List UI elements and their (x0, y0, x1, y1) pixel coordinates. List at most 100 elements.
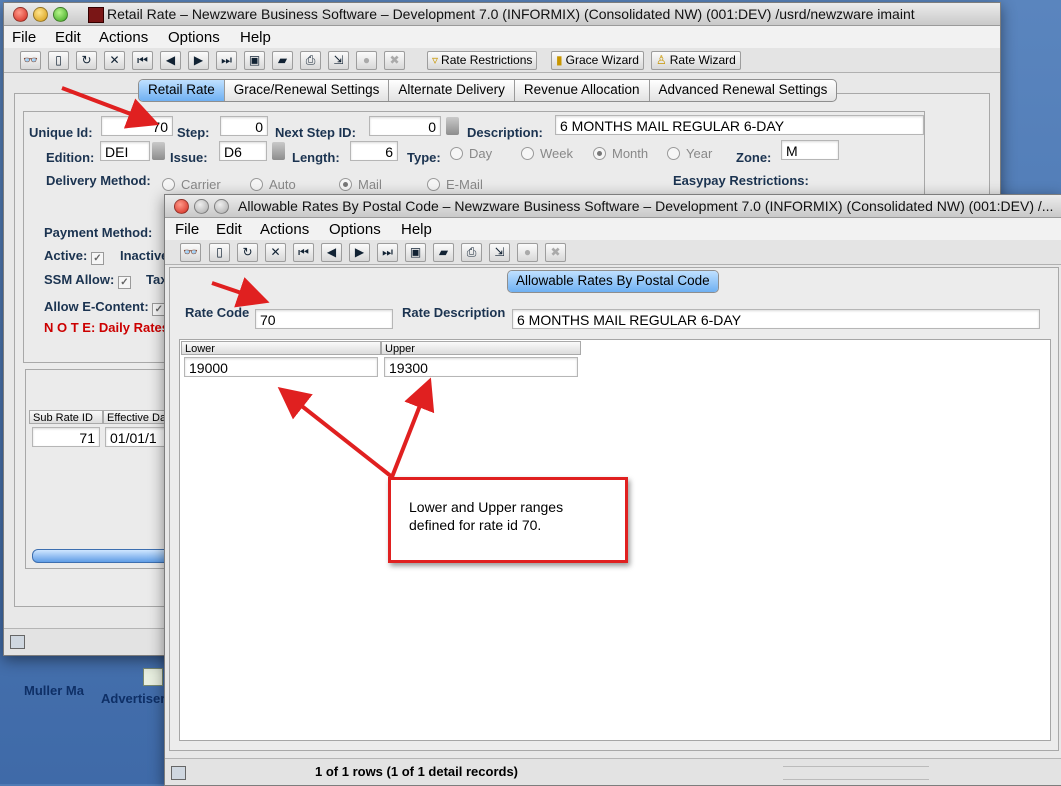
menu-file[interactable]: File (12, 29, 36, 46)
new-document-icon[interactable]: ▯ (209, 243, 230, 262)
previous-record-icon[interactable]: ◀ (321, 243, 342, 262)
book-icon[interactable]: ▰ (272, 51, 293, 70)
menu-edit[interactable]: Edit (216, 221, 242, 238)
next-step-field[interactable]: 0 (369, 116, 441, 136)
refresh-icon[interactable]: ↻ (76, 51, 97, 70)
tab-retail-rate[interactable]: Retail Rate (139, 80, 225, 101)
lower-column-header[interactable]: Lower (181, 341, 381, 355)
type-option-label: Month (612, 146, 649, 161)
delivery-radio-auto[interactable]: Auto (250, 177, 296, 192)
minimize-icon[interactable] (33, 7, 48, 22)
previous-record-icon[interactable]: ◀ (160, 51, 181, 70)
edition-dropdown[interactable] (152, 142, 165, 160)
sub-rate-id-cell[interactable]: 71 (32, 427, 100, 447)
type-radio-month[interactable]: Month (593, 146, 648, 161)
effective-date-cell[interactable]: 01/01/1 (105, 427, 173, 447)
active-text: Active: (44, 248, 88, 263)
desktop-label-advertiser[interactable]: Advertiser (101, 691, 165, 706)
type-radio-day[interactable]: Day (450, 146, 492, 161)
step-field[interactable]: 0 (220, 116, 268, 136)
glasses-icon[interactable]: 👓 (180, 243, 201, 262)
tab-alternate-delivery[interactable]: Alternate Delivery (389, 80, 515, 101)
close-icon[interactable] (13, 7, 28, 22)
horizontal-scrollbar[interactable] (32, 549, 182, 563)
rate-code-field[interactable]: 70 (255, 309, 393, 329)
ok-icon[interactable]: ● (356, 51, 377, 70)
effective-date-header[interactable]: Effective Da (103, 410, 173, 424)
grace-wizard-button[interactable]: ▮ Grace Wizard (551, 51, 644, 70)
menu-actions[interactable]: Actions (99, 29, 148, 46)
type-radio-week[interactable]: Week (521, 146, 573, 161)
tab-allowable-rates[interactable]: Allowable Rates By Postal Code (508, 271, 718, 292)
tab-advanced-renewal[interactable]: Advanced Renewal Settings (650, 80, 837, 101)
title-bar[interactable]: Retail Rate – Newzware Business Software… (4, 3, 1000, 26)
description-field[interactable]: 6 MONTHS MAIL REGULAR 6-DAY (555, 115, 924, 135)
rate-wizard-button[interactable]: ♙ Rate Wizard (651, 51, 741, 70)
lower-cell[interactable]: 19000 (184, 357, 378, 377)
delivery-radio-mail[interactable]: Mail (339, 177, 382, 192)
menu-help[interactable]: Help (240, 29, 271, 46)
length-field[interactable]: 6 (350, 141, 398, 161)
edition-field[interactable]: DEI (100, 141, 150, 161)
next-record-icon[interactable]: ▶ (188, 51, 209, 70)
menu-actions[interactable]: Actions (260, 221, 309, 238)
unique-id-label: Unique Id: (29, 125, 93, 140)
title-bar[interactable]: Allowable Rates By Postal Code – Newzwar… (165, 195, 1061, 218)
screen-icon[interactable]: ▣ (244, 51, 265, 70)
book-icon[interactable]: ▰ (433, 243, 454, 262)
menu-options[interactable]: Options (329, 221, 381, 238)
close-icon[interactable] (174, 199, 189, 214)
last-record-icon[interactable]: ⏭ (216, 51, 237, 70)
first-record-icon[interactable]: ⏮ (293, 243, 314, 262)
delivery-radio-email[interactable]: E-Mail (427, 177, 483, 192)
minimize-icon[interactable] (194, 199, 209, 214)
radio-indicator (250, 178, 263, 191)
export-icon[interactable]: ⇲ (489, 243, 510, 262)
desktop-label-muller[interactable]: Muller Ma (24, 683, 84, 698)
rate-description-field[interactable]: 6 MONTHS MAIL REGULAR 6-DAY (512, 309, 1040, 329)
delete-icon[interactable]: ✕ (265, 243, 286, 262)
menu-edit[interactable]: Edit (55, 29, 81, 46)
ok-icon[interactable]: ● (517, 243, 538, 262)
inactive-label: Inactive (120, 248, 169, 263)
issue-dropdown[interactable] (272, 142, 285, 160)
menu-help[interactable]: Help (401, 221, 432, 238)
first-record-icon[interactable]: ⏮ (132, 51, 153, 70)
type-option-label: Week (540, 146, 573, 161)
desktop-icon[interactable] (143, 668, 163, 686)
print-icon[interactable]: ⎙ (461, 243, 482, 262)
type-radio-year[interactable]: Year (667, 146, 712, 161)
glasses-icon[interactable]: 👓 (20, 51, 41, 70)
zoom-icon[interactable] (53, 7, 68, 22)
zoom-icon[interactable] (214, 199, 229, 214)
sub-rate-id-header[interactable]: Sub Rate ID (29, 410, 103, 424)
last-record-icon[interactable]: ⏭ (377, 243, 398, 262)
screen-icon[interactable]: ▣ (405, 243, 426, 262)
export-icon[interactable]: ⇲ (328, 51, 349, 70)
issue-field[interactable]: D6 (219, 141, 267, 161)
cancel-icon[interactable]: ✖ (384, 51, 405, 70)
new-document-icon[interactable]: ▯ (48, 51, 69, 70)
upper-column-header[interactable]: Upper (381, 341, 581, 355)
delete-icon[interactable]: ✕ (104, 51, 125, 70)
refresh-icon[interactable]: ↻ (237, 243, 258, 262)
menu-file[interactable]: File (175, 221, 199, 238)
next-step-dropdown[interactable] (446, 117, 459, 135)
ssm-allow-checkbox[interactable]: ✓ (117, 276, 131, 289)
rate-restrictions-button[interactable]: ▿ Rate Restrictions (427, 51, 538, 70)
zone-field[interactable]: M (781, 140, 839, 160)
callout-line-2: defined for rate id 70. (409, 517, 542, 533)
radio-indicator (667, 147, 680, 160)
active-checkbox[interactable]: ✓ (90, 252, 104, 265)
unique-id-field[interactable]: 70 (101, 116, 173, 136)
menu-options[interactable]: Options (168, 29, 220, 46)
cancel-icon[interactable]: ✖ (545, 243, 566, 262)
next-record-icon[interactable]: ▶ (349, 243, 370, 262)
next-step-label: Next Step ID: (275, 125, 356, 140)
tab-revenue-allocation[interactable]: Revenue Allocation (515, 80, 650, 101)
delivery-radio-carrier[interactable]: Carrier (162, 177, 221, 192)
tab-grace-renewal[interactable]: Grace/Renewal Settings (225, 80, 390, 101)
upper-cell[interactable]: 19300 (384, 357, 578, 377)
print-icon[interactable]: ⎙ (300, 51, 321, 70)
radio-indicator (162, 178, 175, 191)
